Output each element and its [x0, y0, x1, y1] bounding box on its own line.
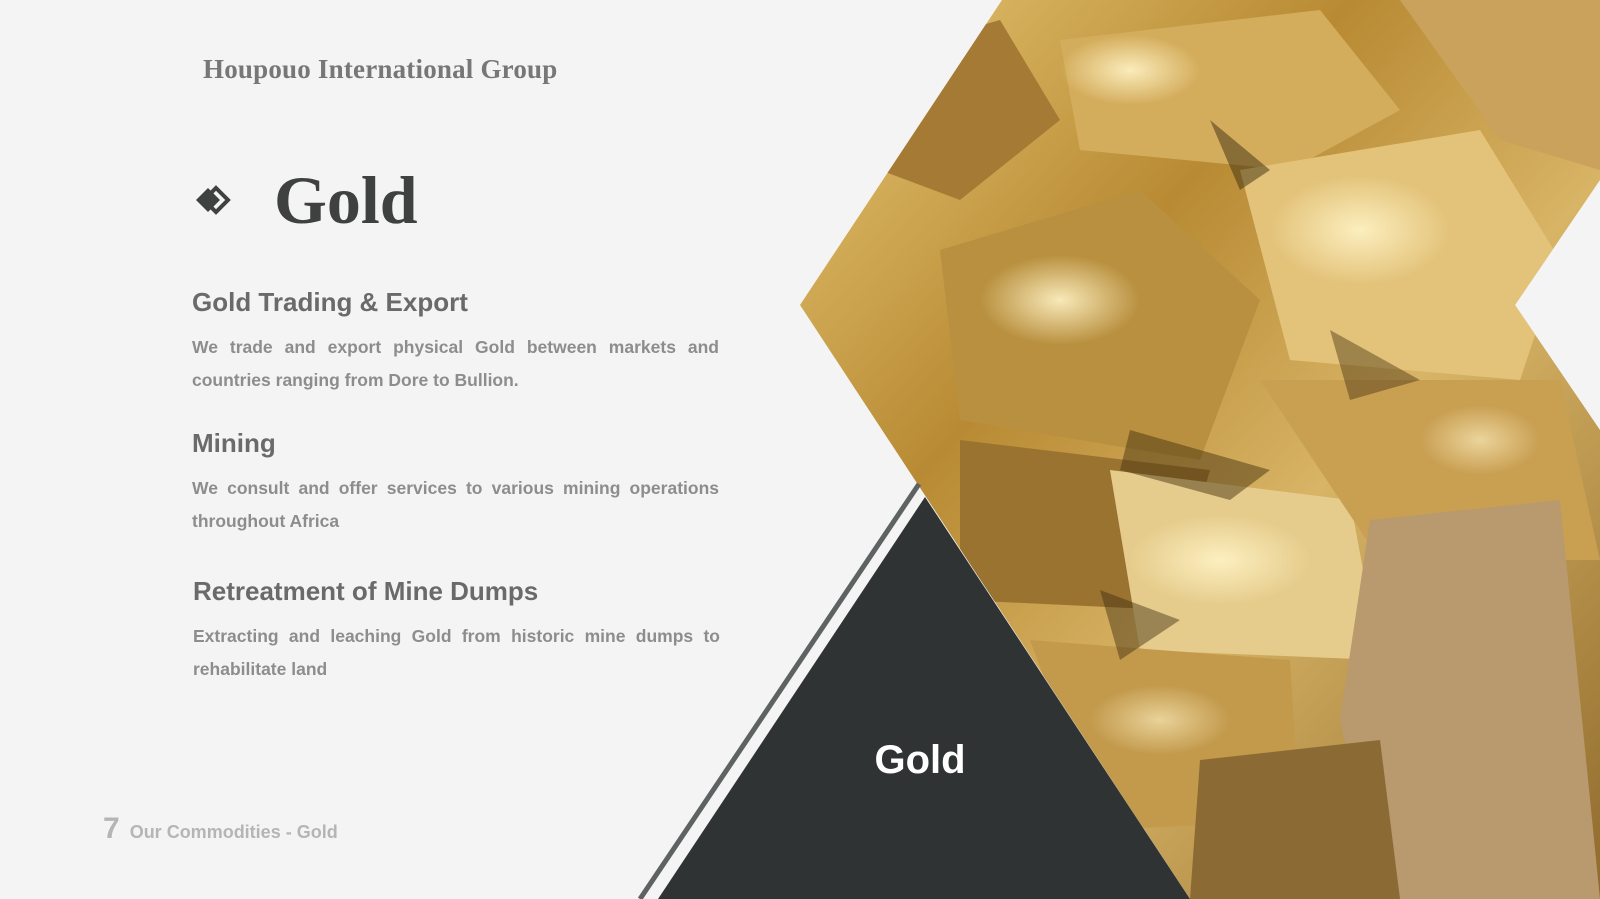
footer-text: Our Commodities - Gold — [129, 822, 338, 842]
page-title: Gold — [274, 162, 418, 238]
section-heading: Retreatment of Mine Dumps — [193, 576, 539, 606]
slide: Houpouo International Group Gold Gold Tr… — [0, 0, 1600, 899]
section-heading: Gold Trading & Export — [192, 287, 468, 317]
page-number: 7 — [103, 812, 120, 845]
section-gold-trading: Gold Trading & Export We trade and expor… — [192, 286, 719, 397]
double-diamond-icon — [196, 185, 231, 215]
section-heading: Mining — [192, 428, 276, 458]
company-name: Houpouo International Group — [203, 54, 558, 84]
title-row: Gold — [194, 160, 418, 240]
section-mining: Mining We consult and offer services to … — [192, 427, 719, 538]
section-body: Extracting and leaching Gold from histor… — [193, 626, 720, 679]
section-body: We consult and offer services to various… — [192, 478, 719, 531]
section-retreatment: Retreatment of Mine Dumps Extracting and… — [193, 575, 720, 686]
image-label: Gold — [874, 738, 966, 782]
section-body: We trade and export physical Gold betwee… — [192, 337, 719, 390]
slide-footer: 7 Our Commodities - Gold — [103, 812, 338, 846]
